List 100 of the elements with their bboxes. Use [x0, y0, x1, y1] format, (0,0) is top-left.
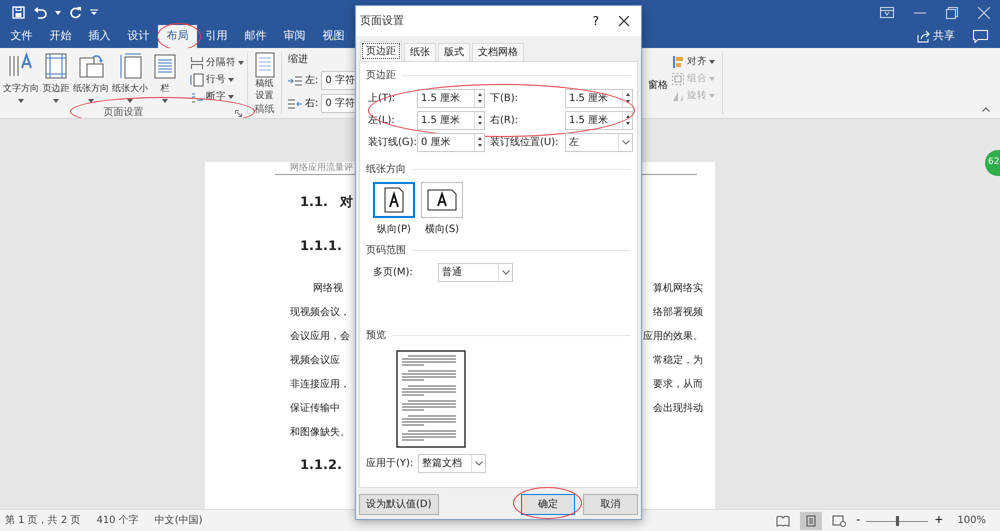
body-text: 保证传输中 [290, 402, 340, 414]
dialog-launcher-icon[interactable] [235, 110, 242, 117]
heading-number: 1.1. [300, 194, 328, 212]
dropdown-field[interactable]: 左 [565, 133, 633, 152]
customize-icon[interactable] [90, 9, 98, 16]
field-label: 左: [305, 74, 318, 88]
button-label[interactable]: 窗格 [648, 52, 668, 114]
group-label: 页面设置 [104, 106, 144, 118]
caret-icon [127, 99, 133, 103]
manuscript-settings-button[interactable]: 稿纸 设置 [252, 52, 276, 102]
orientation-button[interactable] [421, 182, 463, 218]
ribbon-button[interactable]: 文字方向 [2, 52, 40, 105]
section-heading: 纸张方向 [366, 162, 406, 176]
field-label: 多页(M): [373, 266, 414, 280]
section-heading: 页码范围 [366, 244, 406, 258]
ribbon-button[interactable]: 行号 [189, 72, 245, 88]
spin-field[interactable]: 1.5 厘米 [417, 111, 485, 130]
redo-icon[interactable] [69, 6, 82, 19]
read-mode-icon [776, 514, 790, 528]
ribbon-tab[interactable]: 布局 [158, 25, 197, 48]
body-text: 视频会议应 [290, 354, 340, 366]
heading-number: 1.1.1. [300, 238, 342, 256]
indent-left-icon [288, 76, 302, 86]
body-text: 会议应用，会 [290, 330, 350, 342]
orientation-button[interactable] [373, 182, 415, 218]
ribbon-tab[interactable]: 插入 [80, 25, 119, 48]
undo-icon[interactable] [33, 6, 47, 18]
print-layout-icon [804, 514, 818, 528]
line-numbers-icon [190, 73, 204, 87]
group-label: 稿纸 [254, 102, 274, 117]
section-heading: 预览 [366, 328, 386, 342]
caret-icon [228, 78, 234, 82]
spin-field[interactable]: 0 厘米 [417, 133, 485, 152]
ribbon-display-icon[interactable] [880, 7, 894, 18]
ribbon-tab[interactable]: 邮件 [236, 25, 275, 48]
chevron-down-icon [502, 270, 510, 275]
caret-icon [228, 95, 234, 99]
caret-icon [162, 99, 168, 103]
body-text: 现视频会议， [290, 306, 350, 318]
zoom-out-button[interactable]: - [856, 512, 860, 529]
body-text: 会出现抖动 [653, 402, 703, 414]
collapse-ribbon-icon[interactable] [982, 107, 990, 112]
ribbon-tab[interactable]: 设计 [119, 25, 158, 48]
body-text: 络部署视频 [653, 306, 703, 318]
view-button[interactable] [800, 512, 822, 530]
indent-right-icon [288, 98, 302, 108]
slider-thumb[interactable] [896, 516, 900, 526]
cancel-button[interactable]: 取消 [583, 494, 638, 515]
manuscript-icon [254, 52, 276, 78]
body-text: 常稳定，为 [653, 354, 703, 366]
dialog-tab[interactable]: 文档网格 [472, 43, 524, 61]
chevron-down-icon [474, 461, 482, 466]
ok-button[interactable]: 确定 [521, 494, 575, 515]
close-button[interactable] [619, 16, 629, 26]
caret-icon [55, 10, 61, 14]
body-text: 应用的效果。 [643, 330, 703, 342]
ribbon-tab[interactable]: 开始 [41, 25, 80, 48]
indent-label: 缩进 [288, 52, 309, 67]
body-text: 网络视 [313, 282, 343, 294]
save-icon[interactable] [12, 6, 25, 19]
set-default-button[interactable]: 设为默认值(D) [359, 494, 439, 515]
field-label: 应用于(Y): [366, 456, 414, 471]
comment-icon[interactable] [973, 30, 988, 43]
field-label: 装订线位置(U): [490, 136, 560, 150]
ribbon-button[interactable]: 对齐 [670, 54, 716, 70]
share-button[interactable]: 共享 [917, 28, 955, 45]
dialog-tab[interactable]: 版式 [438, 43, 470, 61]
dialog-title: 页面设置 [360, 12, 404, 29]
field-label: 右: [305, 97, 318, 111]
zoom-slider[interactable] [866, 514, 928, 526]
caret-icon [709, 60, 715, 64]
field-label: 下(B): [490, 92, 520, 106]
orientation-label: 横向(S) [424, 222, 460, 237]
dialog-tab[interactable]: 页边距 [360, 41, 402, 61]
spin-field[interactable]: 1.5 厘米 [565, 111, 633, 130]
spin-field[interactable]: 1.5 厘米 [417, 89, 485, 108]
ribbon-tab[interactable]: 审阅 [275, 25, 314, 48]
ribbon-button[interactable]: 纸张方向 [72, 52, 110, 105]
close-icon[interactable] [978, 6, 990, 18]
field-label: 右(R): [490, 114, 520, 128]
chevron-down-icon [622, 140, 630, 145]
ribbon-tab[interactable]: 视图 [314, 25, 353, 48]
zoom-in-button[interactable]: + [934, 512, 944, 529]
ribbon-tab[interactable]: 文件 [2, 25, 41, 48]
ribbon-button[interactable]: 分隔符 [189, 55, 245, 71]
ribbon-button[interactable]: 纸张大小 [111, 52, 149, 105]
ribbon-tab[interactable]: 引用 [197, 25, 236, 48]
dropdown-field[interactable]: 普通 [438, 263, 513, 282]
caret-icon [18, 99, 24, 103]
caret-icon [709, 94, 715, 98]
spin-field[interactable]: 1.5 厘米 [565, 89, 633, 108]
dropdown-field[interactable]: 整篇文档 [418, 454, 486, 473]
portrait-page-icon [384, 187, 404, 213]
dialog-tab[interactable]: 纸张 [404, 43, 436, 61]
help-button[interactable]: ? [592, 12, 599, 30]
ribbon-button[interactable]: 栏 [150, 52, 180, 105]
restore-icon[interactable] [946, 6, 958, 18]
ribbon-button[interactable]: 断字 [189, 89, 245, 105]
zoom-level: 100% [957, 514, 986, 528]
ribbon-button[interactable]: 页边距 [41, 52, 71, 105]
